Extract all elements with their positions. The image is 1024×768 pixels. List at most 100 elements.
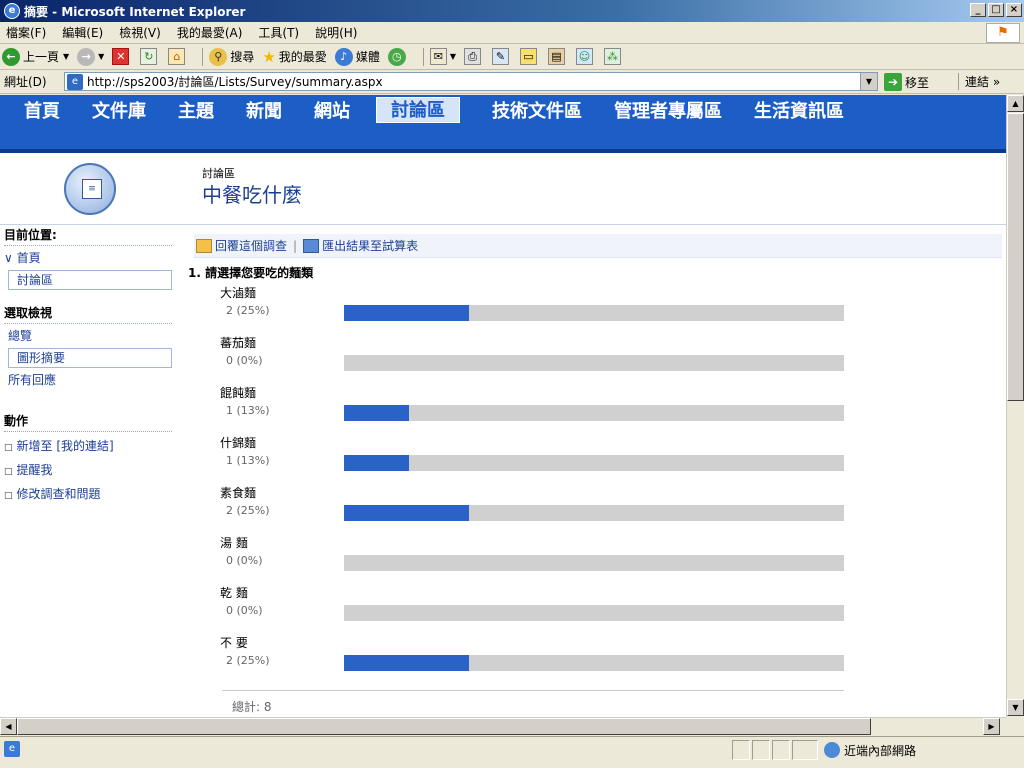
refresh-button[interactable]: ↻ (140, 48, 160, 65)
option-label: 湯 麵 (220, 536, 248, 550)
view-overview[interactable]: 總覽 (0, 326, 184, 346)
menu-help[interactable]: 說明(H) (315, 24, 357, 41)
menu-tools[interactable]: 工具(T) (258, 24, 299, 41)
links-label: 連結 (965, 75, 990, 89)
maximize-button[interactable]: □ (988, 3, 1004, 17)
mail-button[interactable]: ✉ ▼ (429, 48, 456, 65)
menu-favorites[interactable]: 我的最愛(A) (177, 24, 243, 41)
windows-flag-icon: ⚑ (986, 23, 1020, 43)
result-bar-track (344, 455, 844, 471)
history-icon: ◷ (387, 47, 406, 66)
page-done-icon: e (4, 741, 20, 757)
option-count: 0 (0%) (226, 354, 263, 367)
survey-action-bar: 回覆這個調查 | 匯出結果至試算表 (194, 234, 1002, 258)
horizontal-scrollbar[interactable]: ◀ ▶ (0, 717, 1006, 735)
result-row: 素食麵 2 (25%) (216, 484, 856, 534)
result-bar-fill (344, 655, 469, 671)
window-controls: _ □ × (970, 3, 1022, 17)
status-cell (792, 740, 818, 760)
menu-view[interactable]: 檢視(V) (119, 24, 161, 41)
result-row: 餛飩麵 1 (13%) (216, 384, 856, 434)
nav-sites[interactable]: 網站 (314, 97, 350, 123)
links-button[interactable]: 連結 » (958, 73, 1000, 90)
location-home-link[interactable]: ∨ 首頁 (0, 248, 184, 268)
security-zone: 近端內部網路 (820, 740, 916, 760)
search-button[interactable]: ⚲ 搜尋 (209, 47, 254, 66)
nav-home[interactable]: 首頁 (24, 97, 60, 123)
scroll-down-icon[interactable]: ▼ (1007, 699, 1024, 716)
nav-technical-docs[interactable]: 技術文件區 (492, 97, 582, 123)
forward-dropdown-icon[interactable]: ▼ (98, 52, 104, 61)
view-all-responses[interactable]: 所有回應 (0, 370, 184, 390)
nav-discussion[interactable]: 討論區 (376, 97, 460, 123)
scroll-up-icon[interactable]: ▲ (1007, 95, 1024, 112)
search-icon: ⚲ (209, 47, 228, 66)
scroll-right-icon[interactable]: ▶ (983, 718, 1000, 735)
total-divider (222, 690, 844, 691)
media-icon: ♪ (334, 47, 353, 66)
messenger-button[interactable]: ☺ (575, 48, 596, 65)
export-link[interactable]: 匯出結果至試算表 (322, 237, 418, 254)
scroll-left-icon[interactable]: ◀ (0, 718, 17, 735)
favorites-button[interactable]: ★ 我的最愛 (262, 48, 326, 66)
zone-label: 近端內部網路 (844, 743, 917, 758)
separator: | (293, 238, 298, 253)
nav-news[interactable]: 新聞 (246, 97, 282, 123)
location-home-label: 首頁 (16, 251, 41, 265)
result-bar-track (344, 605, 844, 621)
research-button[interactable]: ▤ (547, 48, 568, 65)
address-dropdown-icon[interactable]: ▼ (860, 73, 877, 90)
bullet-icon: □ (4, 443, 13, 453)
view-graphical-summary[interactable]: 圖形摘要 (8, 348, 172, 368)
nav-document-library[interactable]: 文件庫 (92, 97, 146, 123)
scroll-thumb[interactable] (1007, 113, 1024, 401)
action-alert-me[interactable]: □ 提醒我 (0, 458, 184, 482)
status-cell (752, 740, 770, 760)
refresh-icon: ↻ (140, 48, 158, 65)
mail-dropdown-icon[interactable]: ▼ (450, 52, 456, 61)
print-button[interactable]: ⎙ (463, 48, 484, 65)
back-dropdown-icon[interactable]: ▼ (63, 52, 69, 61)
option-count: 1 (13%) (226, 454, 270, 467)
history-button[interactable]: ◷ (387, 47, 409, 66)
edit-button[interactable]: ✎ (491, 48, 512, 65)
vertical-scrollbar[interactable]: ▲ ▼ (1006, 95, 1024, 717)
intranet-icon (824, 742, 840, 758)
media-button[interactable]: ♪ 媒體 (334, 47, 380, 66)
result-bar-fill (344, 305, 469, 321)
extras-button[interactable]: ⁂ (603, 48, 624, 65)
result-bar-fill (344, 405, 409, 421)
nav-admin[interactable]: 管理者專屬區 (614, 97, 722, 123)
home-button[interactable]: ⌂ (168, 48, 188, 65)
location-current[interactable]: 討論區 (8, 270, 172, 290)
location-heading: 目前位置: (4, 228, 57, 242)
result-bar-track (344, 305, 844, 321)
nav-life-info[interactable]: 生活資訊區 (754, 97, 844, 123)
nav-topics[interactable]: 主題 (178, 97, 214, 123)
respond-link[interactable]: 回覆這個調查 (215, 237, 287, 254)
discuss-button[interactable]: ▭ (519, 48, 540, 65)
action-modify-survey[interactable]: □ 修改調查和問題 (0, 482, 184, 506)
bullet-icon: □ (4, 491, 13, 501)
close-button[interactable]: × (1006, 3, 1022, 17)
scroll-thumb-horizontal[interactable] (17, 718, 871, 735)
result-row: 湯 麵 0 (0%) (216, 534, 856, 584)
forward-arrow-icon: → (77, 47, 96, 66)
action-add-to-links[interactable]: □ 新增至 [我的連結] (0, 434, 184, 458)
back-button[interactable]: ← 上一頁 ▼ (2, 47, 69, 66)
left-navigation: 目前位置: ∨ 首頁 討論區 選取檢視 總覽 圖形摘要 所有回應 動作 □ 新增至… (0, 226, 184, 717)
option-label: 餛飩麵 (220, 386, 257, 400)
address-input[interactable]: e http://sps2003/討論區/Lists/Survey/summar… (64, 72, 878, 91)
go-button[interactable]: ➔ 移至 (884, 73, 929, 91)
survey-logo-icon: ≡ (64, 163, 116, 215)
minimize-button[interactable]: _ (970, 3, 986, 17)
main-content: 回覆這個調查 | 匯出結果至試算表 1. 請選擇您要吃的麵類 大滷麵 2 (25… (184, 226, 1006, 717)
stop-button[interactable]: ✕ (112, 48, 132, 65)
menu-file[interactable]: 檔案(F) (6, 24, 46, 41)
mail-icon: ✉ (429, 48, 447, 65)
menu-edit[interactable]: 編輯(E) (62, 24, 103, 41)
spreadsheet-icon (303, 238, 320, 253)
document-icon: ≡ (82, 179, 102, 199)
forward-button[interactable]: → ▼ (77, 47, 104, 66)
page-viewport: 首頁 文件庫 主題 新聞 網站 討論區 技術文件區 管理者專屬區 生活資訊區 ≡… (0, 95, 1024, 717)
